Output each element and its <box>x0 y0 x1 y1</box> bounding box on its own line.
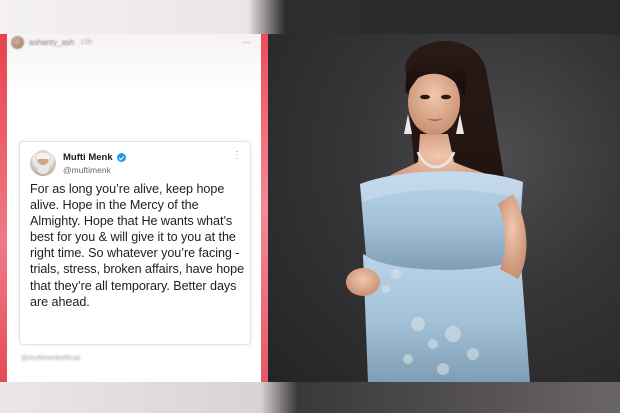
eye-left <box>420 94 430 100</box>
story-mention-tag[interactable]: @muftimenkofficial <box>21 355 80 362</box>
tweet-author-name[interactable]: Mufti Menk <box>63 152 113 163</box>
tweet-more-icon[interactable]: ⋮ <box>232 151 242 161</box>
story-screenshot: ashanty_ash 15h ⋯ Mufti Menk @muftimenk … <box>0 34 268 382</box>
bottom-blur-strip <box>0 382 620 413</box>
portrait-photo <box>268 34 620 382</box>
avatar-cap-shape <box>36 153 50 159</box>
tweet-author-row: Mufti Menk <box>63 152 126 163</box>
eye-right <box>441 94 451 100</box>
story-time: 15h <box>80 38 93 46</box>
story-frame-left-edge <box>0 34 7 382</box>
story-more-icon[interactable]: ⋯ <box>242 37 251 48</box>
hands <box>346 268 380 296</box>
portrait-illustration <box>346 41 530 382</box>
top-blur-strip <box>0 0 620 34</box>
verified-badge-icon <box>116 153 126 162</box>
story-avatar[interactable] <box>11 35 24 49</box>
tweet-author-avatar[interactable] <box>30 150 56 176</box>
tweet-author-handle[interactable]: @muftimenk <box>63 165 111 175</box>
tweet-card[interactable]: Mufti Menk @muftimenk ⋮ For as long you’… <box>19 141 251 345</box>
story-canvas: ashanty_ash 15h ⋯ Mufti Menk @muftimenk … <box>7 34 261 382</box>
story-username[interactable]: ashanty_ash <box>29 38 74 47</box>
tweet-text: For as long you’re alive, keep hope aliv… <box>30 182 245 309</box>
story-header: ashanty_ash 15h <box>11 34 92 50</box>
story-frame-right-edge <box>261 34 268 382</box>
